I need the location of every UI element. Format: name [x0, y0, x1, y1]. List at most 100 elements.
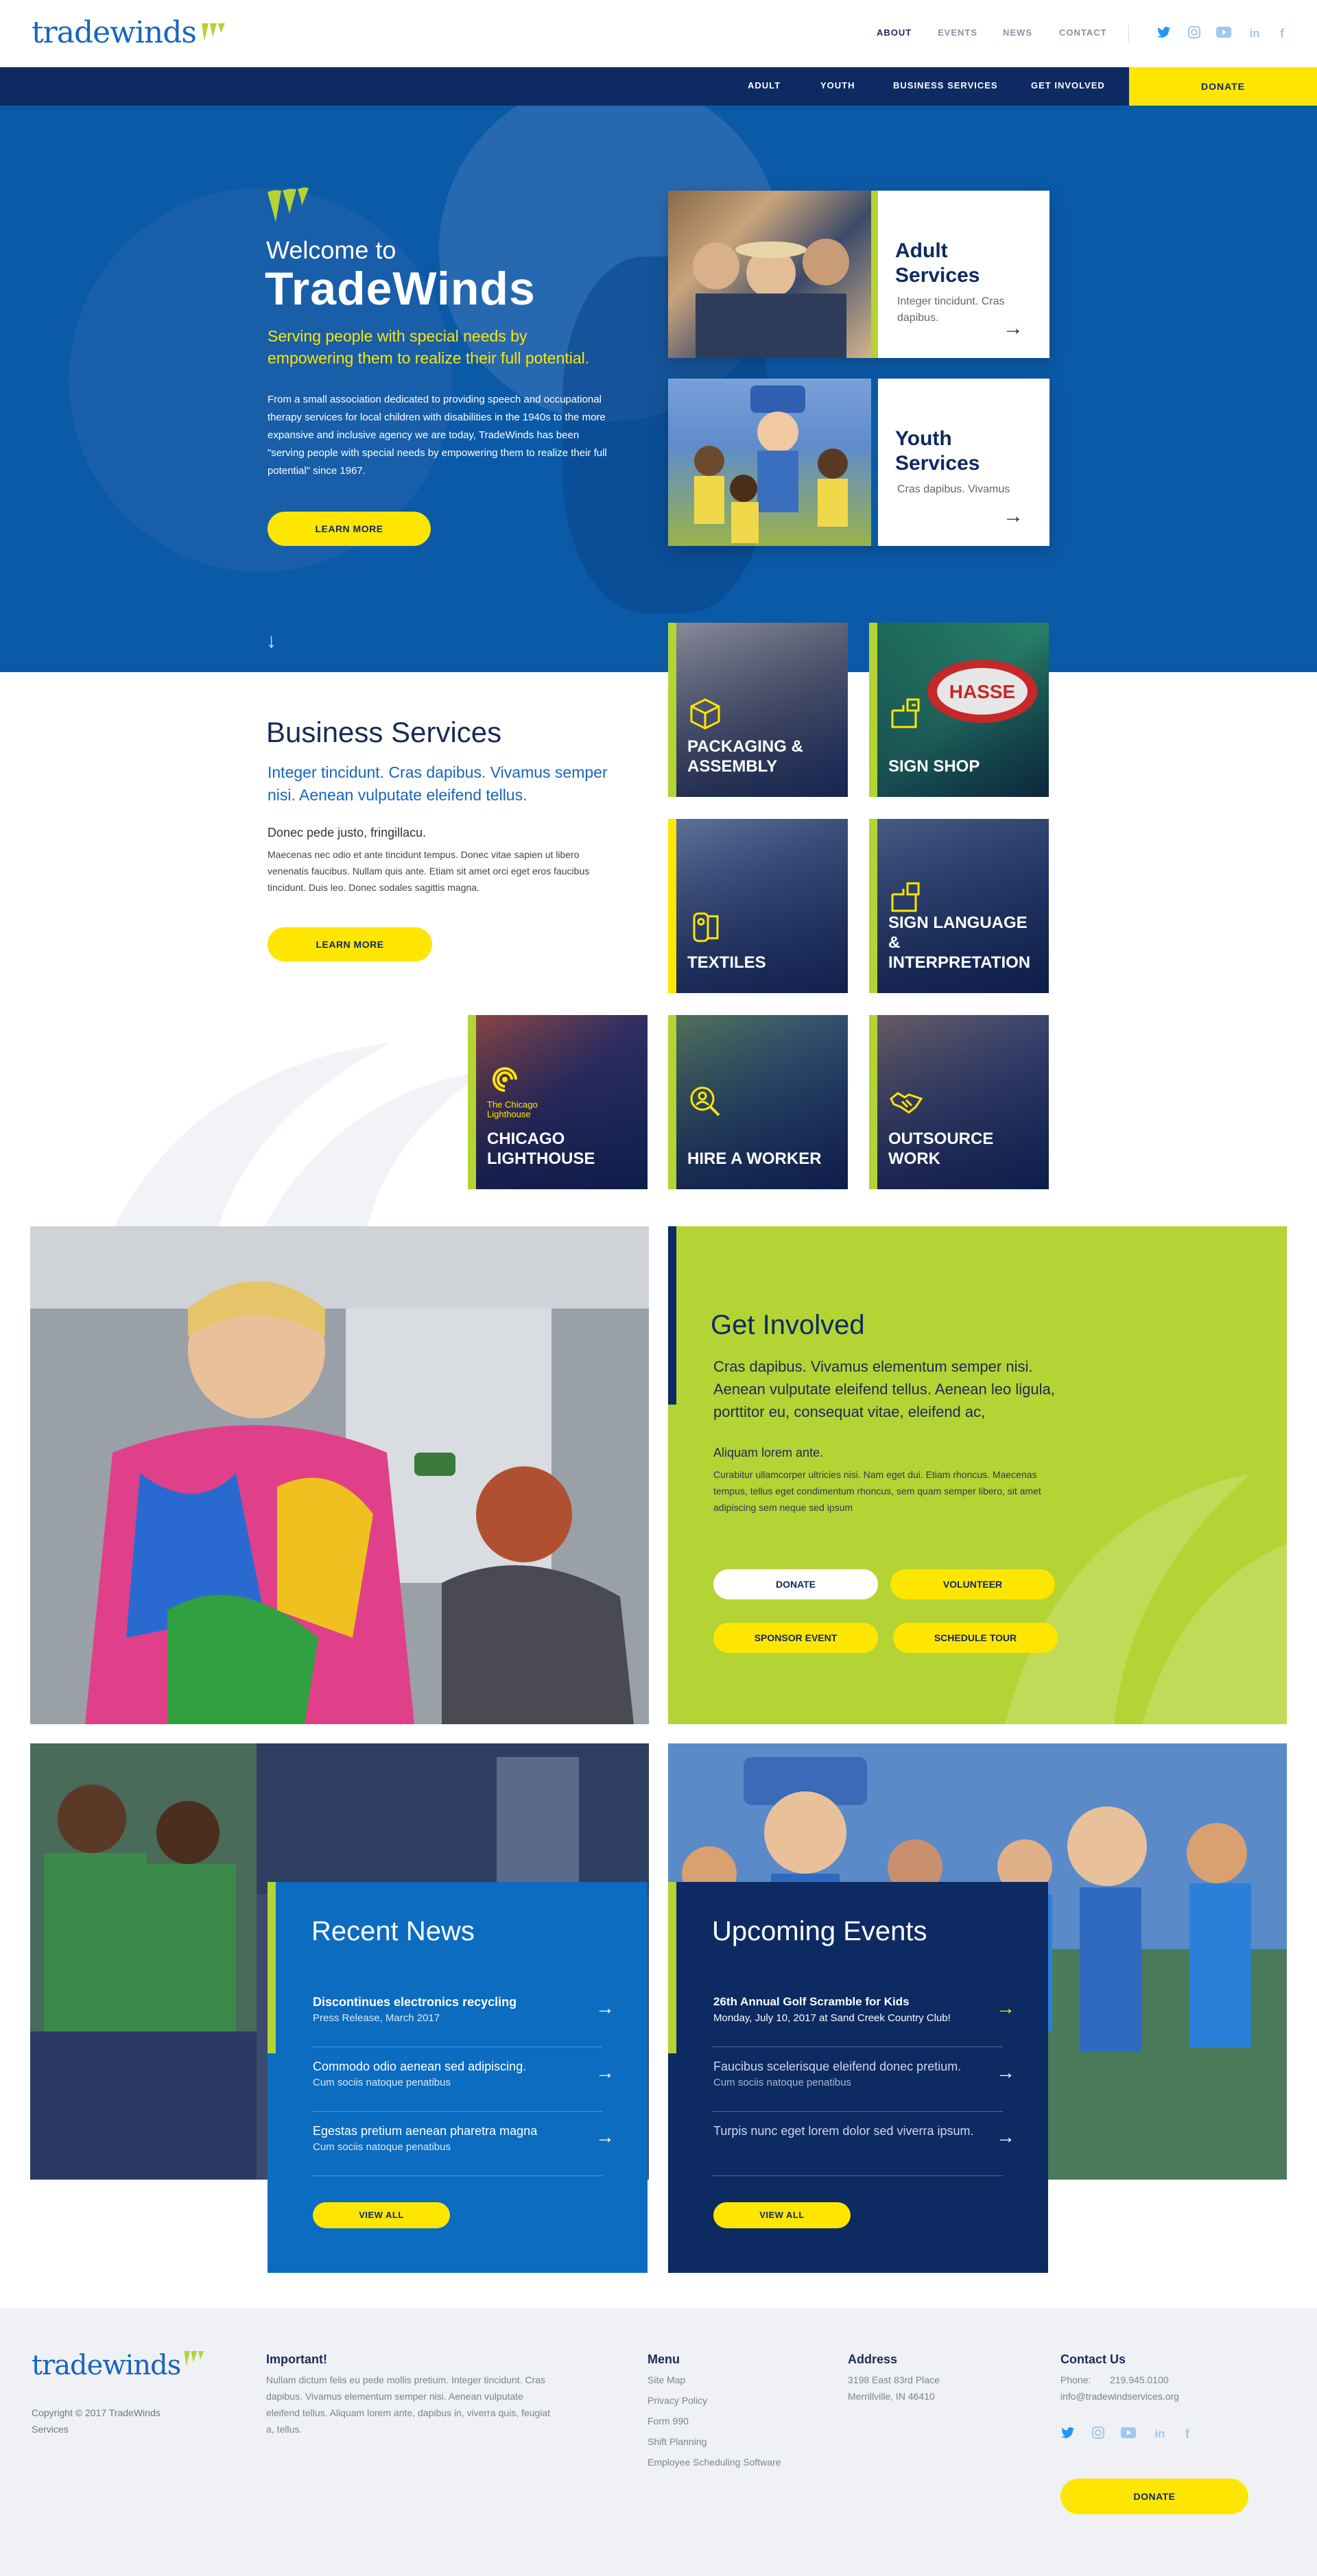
youth-services-photo [668, 379, 871, 546]
gi-volunteer-button[interactable]: VOLUNTEER [890, 1569, 1055, 1599]
secondary-nav [0, 67, 1317, 106]
youth-services-desc: Cras dapibus. Vivamus [897, 484, 1010, 495]
gi-sponsor-event-button[interactable]: SPONSOR EVENT [713, 1623, 878, 1653]
footer-phone[interactable]: 219.945.0100 [1110, 2372, 1169, 2388]
tile-chicago-lighthouse[interactable]: The Chicago Lighthouse CHICAGO LIGHTHOUS… [468, 1015, 648, 1189]
business-learn-more-button[interactable]: LEARN MORE [268, 927, 432, 962]
arrow-right-icon[interactable]: → [595, 2126, 615, 2148]
nav-divider [1128, 25, 1129, 43]
events-view-all-button[interactable]: VIEW ALL [713, 2202, 851, 2228]
donate-button[interactable]: DONATE [1129, 67, 1317, 106]
handshake-icon [890, 1092, 923, 1114]
footer-donate-button[interactable]: DONATE [1060, 2479, 1248, 2514]
tile-hire-a-worker[interactable]: HIRE A WORKER [668, 1015, 848, 1189]
news-item-subtitle: Cum sociis natoque penatibus [313, 2141, 451, 2153]
gi-schedule-tour-button[interactable]: SCHEDULE TOUR [893, 1623, 1058, 1653]
arrow-right-icon[interactable]: → [996, 1997, 1015, 2019]
footer-link-form-990[interactable]: Form 990 [648, 2413, 689, 2429]
tile-label: CHICAGO LIGHTHOUSE [487, 1130, 595, 1168]
news-item[interactable]: Commodo odio aenean sed adipiscing. Cum … [313, 2058, 615, 2090]
adult-services-card[interactable]: Adult Services Integer tincidunt. Cras d… [668, 191, 1049, 358]
arrow-right-icon[interactable]: → [1003, 317, 1023, 340]
hero-body: From a small association dedicated to pr… [268, 394, 607, 477]
topnav-about[interactable]: ABOUT [877, 27, 912, 38]
news-item[interactable]: Egestas pretium aenean pharetra magna Cu… [313, 2122, 615, 2155]
youth-services-title: Youth Services [895, 427, 980, 475]
arrow-right-icon[interactable]: → [996, 2062, 1015, 2084]
tile-label: PACKAGING & ASSEMBLY [687, 737, 803, 776]
youth-services-card[interactable]: Youth Services Cras dapibus. Vivamus → [668, 379, 1049, 546]
linkedin-icon[interactable]: in [1247, 26, 1262, 41]
scroll-down-icon[interactable]: ↓ [266, 630, 276, 653]
fabric-roll-icon [693, 912, 719, 942]
footer-link-site-map[interactable]: Site Map [648, 2372, 685, 2388]
footer-logo[interactable]: tradewinds [32, 2350, 205, 2381]
news-item-title: Discontinues electronics recycling [313, 1995, 517, 2009]
youtube-icon[interactable] [1121, 2426, 1136, 2442]
instagram-icon[interactable] [1091, 2426, 1106, 2442]
tile-outsource-work[interactable]: OUTSOURCE WORK [869, 1015, 1049, 1189]
hero-tagline: Serving people with special needs by emp… [268, 327, 590, 367]
gi-donate-button[interactable]: DONATE [713, 1569, 878, 1599]
event-item-title: 26th Annual Golf Scramble for Kids [713, 1995, 910, 2008]
tile-sign-shop[interactable]: HASSE SIGN SHOP [869, 623, 1049, 797]
news-item-subtitle: Cum sociis natoque penatibus [313, 2077, 451, 2088]
tile-label: SIGN LANGUAGE & INTERPRETATION [888, 914, 1031, 972]
adult-services-photo [668, 191, 871, 358]
upcoming-events-title: Upcoming Events [712, 1916, 927, 1946]
business-services-lead: Donec pede justo, fringillacu. [268, 826, 427, 839]
tile-textiles[interactable]: TEXTILES [668, 819, 848, 993]
arrow-right-icon[interactable]: → [1003, 505, 1023, 528]
footer-important-title: Important! [266, 2352, 327, 2366]
event-item-subtitle: Monday, July 10, 2017 at Sand Creek Coun… [713, 2012, 951, 2024]
facebook-icon[interactable]: f [1180, 2426, 1195, 2442]
twitter-icon[interactable] [1156, 26, 1172, 41]
business-services-title: Business Services [266, 716, 502, 748]
topnav-events[interactable]: EVENTS [938, 27, 977, 38]
hero-welcome: Welcome to [266, 236, 396, 264]
logo-leaf-icon [184, 2350, 204, 2367]
tile-label: TEXTILES [687, 953, 766, 972]
subnav-adult[interactable]: ADULT [748, 80, 781, 91]
footer-important-text: Nullam dictum felis eu pede mollis preti… [266, 2374, 551, 2435]
recent-news-panel: Recent News Discontinues electronics rec… [268, 1882, 648, 2273]
hero-title: TradeWinds [265, 263, 536, 315]
news-item-subtitle: Press Release, March 2017 [313, 2012, 440, 2024]
subnav-youth[interactable]: YOUTH [820, 80, 855, 91]
event-item[interactable]: 26th Annual Golf Scramble for Kids Monda… [713, 1993, 1015, 2026]
footer-address-line1: 3198 East 83rd Place [848, 2374, 940, 2385]
footer-link-shift-planning[interactable]: Shift Planning [648, 2433, 707, 2450]
subnav-get-involved[interactable]: GET INVOLVED [1031, 80, 1105, 91]
linkedin-icon[interactable]: in [1152, 2426, 1167, 2442]
tile-sign-language[interactable]: SIGN LANGUAGE & INTERPRETATION [869, 819, 1049, 993]
news-item[interactable]: Discontinues electronics recycling Press… [313, 1993, 615, 2026]
arrow-right-icon[interactable]: → [595, 2062, 615, 2084]
facebook-icon[interactable]: f [1274, 26, 1290, 41]
twitter-icon[interactable] [1060, 2426, 1076, 2442]
news-item-title: Egestas pretium aenean pharetra magna [313, 2124, 538, 2138]
box-icon [690, 698, 720, 730]
footer-email[interactable]: info@tradewindservices.org [1060, 2388, 1179, 2405]
subnav-business-services[interactable]: BUSINESS SERVICES [893, 80, 998, 91]
arrow-right-icon[interactable]: → [595, 1997, 615, 2019]
instagram-icon[interactable] [1187, 26, 1202, 41]
event-item[interactable]: Faucibus scelerisque eleifend donec pret… [713, 2058, 1015, 2090]
news-view-all-button[interactable]: VIEW ALL [313, 2202, 450, 2228]
topnav-contact[interactable]: CONTACT [1059, 27, 1107, 38]
site-logo[interactable]: tradewinds [32, 15, 226, 50]
logo-text: tradewinds [32, 15, 197, 50]
footer-link-privacy-policy[interactable]: Privacy Policy [648, 2392, 707, 2409]
footer-link-employee-scheduling[interactable]: Employee Scheduling Software [648, 2454, 781, 2470]
hero-learn-more-button[interactable]: LEARN MORE [268, 512, 431, 546]
tile-label: SIGN SHOP [888, 757, 980, 776]
sign-icon [891, 698, 920, 728]
tile-packaging-assembly[interactable]: PACKAGING & ASSEMBLY [668, 623, 848, 797]
business-services-text: Maecenas nec odio et ante tincidunt temp… [268, 849, 590, 893]
event-item[interactable]: Turpis nunc eget lorem dolor sed viverra… [713, 2122, 1015, 2147]
youtube-icon[interactable] [1216, 26, 1231, 41]
leaf-logo-icon [266, 187, 310, 228]
footer-contact-title: Contact Us [1060, 2352, 1126, 2366]
topnav-news[interactable]: NEWS [1003, 27, 1032, 38]
arrow-right-icon[interactable]: → [996, 2126, 1015, 2148]
recent-news-title: Recent News [311, 1916, 475, 1946]
